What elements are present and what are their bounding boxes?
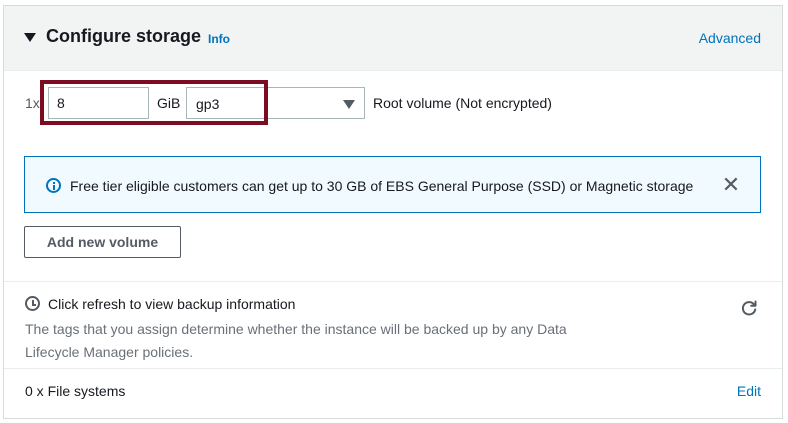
configure-storage-panel: Configure storage Info Advanced 1x GiB g… xyxy=(3,5,783,419)
refresh-icon[interactable] xyxy=(740,299,758,317)
backup-description: The tags that you assign determine wheth… xyxy=(25,321,567,360)
info-link[interactable]: Info xyxy=(208,32,230,46)
page-title: Configure storage xyxy=(46,26,202,46)
caret-down-icon[interactable] xyxy=(24,33,36,42)
divider xyxy=(4,368,782,369)
add-new-volume-button[interactable]: Add new volume xyxy=(24,226,181,258)
backup-title: Click refresh to view backup information xyxy=(48,296,296,312)
panel-header[interactable]: Configure storage Info Advanced xyxy=(4,6,782,71)
volume-type-select[interactable]: gp3 xyxy=(186,87,365,119)
root-volume-row: 1x GiB gp3 Root volume (Not encrypted) xyxy=(4,80,782,125)
info-icon xyxy=(46,178,61,193)
alert-message: Free tier eligible customers can get up … xyxy=(70,178,694,194)
clock-icon xyxy=(25,296,40,311)
volume-size-input[interactable] xyxy=(48,87,149,119)
free-tier-alert: Free tier eligible customers can get up … xyxy=(24,156,761,213)
root-volume-label: Root volume (Not encrypted) xyxy=(373,95,552,111)
advanced-link[interactable]: Advanced xyxy=(699,30,761,46)
backup-info-section: Click refresh to view backup information… xyxy=(4,291,782,361)
chevron-down-icon xyxy=(343,100,355,109)
size-unit-label: GiB xyxy=(157,95,181,111)
volume-count-label: 1x xyxy=(25,95,40,111)
edit-file-systems-link[interactable]: Edit xyxy=(737,383,761,399)
file-systems-label: 0 x File systems xyxy=(25,383,126,399)
close-icon[interactable]: ✕ xyxy=(720,174,742,196)
divider xyxy=(4,281,782,282)
volume-type-value: gp3 xyxy=(196,96,220,112)
